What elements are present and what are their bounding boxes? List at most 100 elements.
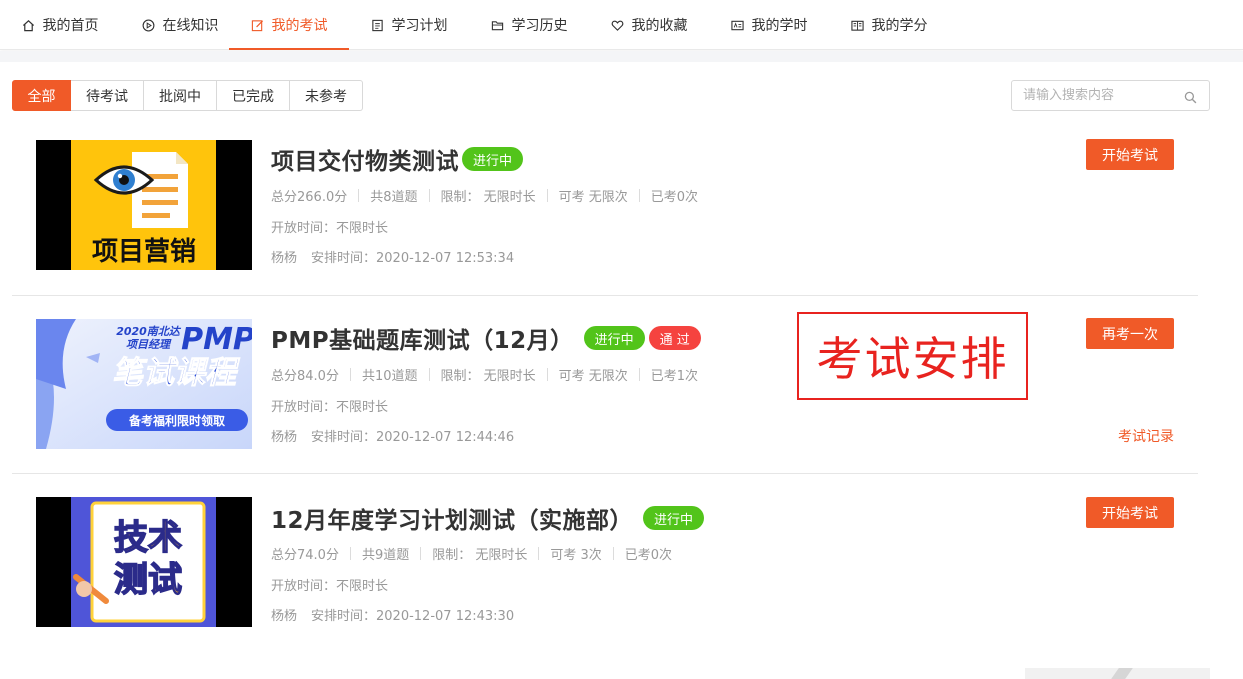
divider bbox=[349, 547, 351, 560]
thumbnail-line2: 测试 bbox=[114, 560, 182, 600]
exam-meta: 总分74.0分 共9道题 限制： 无限时长 可考 3次 已考0次 bbox=[271, 544, 672, 563]
divider bbox=[349, 368, 351, 381]
filter-tab-not-attended[interactable]: 未参考 bbox=[290, 80, 363, 111]
nav-item-study-plan[interactable]: 学习计划 bbox=[349, 0, 469, 50]
time-limit: 限制： 无限时长 bbox=[432, 548, 528, 563]
total-score: 总分74.0分 bbox=[271, 548, 339, 563]
attempts-taken: 已考0次 bbox=[624, 548, 673, 563]
status-badge-in-progress: 进行中 bbox=[583, 326, 645, 350]
id-card-icon bbox=[730, 19, 744, 32]
search-input[interactable] bbox=[1012, 81, 1172, 110]
nav-item-favorites[interactable]: 我的收藏 bbox=[589, 0, 709, 50]
question-count: 共9道题 bbox=[361, 548, 410, 563]
start-exam-button[interactable]: 开始考试 bbox=[1086, 497, 1174, 528]
heart-icon bbox=[611, 19, 624, 32]
nav-item-home[interactable]: 我的首页 bbox=[0, 0, 120, 50]
nav-item-label: 我的收藏 bbox=[631, 18, 688, 34]
nav-item-online-knowledge[interactable]: 在线知识 bbox=[120, 0, 240, 50]
edit-icon bbox=[251, 19, 264, 32]
result-badge-passed: 通 过 bbox=[648, 326, 701, 350]
nav-item-my-exams[interactable]: 我的考试 bbox=[229, 0, 349, 50]
exam-title[interactable]: 项目交付物类测试 bbox=[271, 142, 459, 176]
status-filter-tabs: 全部 待考试 批阅中 已完成 未参考 bbox=[12, 80, 363, 111]
attempts-allowed: 可考 无限次 bbox=[558, 369, 628, 384]
divider bbox=[546, 368, 548, 381]
thumbnail-footer: 备考福利限时领取 bbox=[128, 413, 225, 428]
nav-item-study-history[interactable]: 学习历史 bbox=[469, 0, 589, 50]
attempts-taken: 已考0次 bbox=[650, 190, 699, 205]
exam-thumbnail[interactable]: 项目营销 bbox=[36, 140, 252, 270]
retake-exam-button[interactable]: 再考一次 bbox=[1086, 318, 1174, 349]
open-time: 开放时间：不限时长 bbox=[271, 221, 389, 236]
exam-thumbnail[interactable]: 2020南北达 项目经理 PMP 笔试课程 备考福利限时领取 bbox=[36, 319, 252, 449]
thumbnail-line1: 2020南北达 bbox=[116, 325, 182, 338]
exam-title-line: 12月年度学习计划测试（实施部） 进行中 bbox=[271, 501, 705, 535]
nav-item-label: 学习计划 bbox=[391, 18, 448, 34]
open-time: 开放时间：不限时长 bbox=[271, 400, 389, 415]
time-limit: 限制： 无限时长 bbox=[440, 369, 536, 384]
attempts-allowed: 可考 3次 bbox=[550, 548, 602, 563]
exam-row: 技术 测试 12月年度学习计划测试（实施部） 进行中 总分74.0分 共9道题 … bbox=[12, 474, 1198, 652]
nav-item-label: 我的考试 bbox=[271, 18, 328, 34]
filter-tab-completed[interactable]: 已完成 bbox=[217, 80, 290, 111]
schedule-time: 安排时间：2020-12-07 12:44:46 bbox=[311, 430, 515, 445]
total-score: 总分266.0分 bbox=[271, 190, 348, 205]
thumbnail-line2: 项目经理 bbox=[126, 338, 172, 351]
thumbnail-caption: 项目营销 bbox=[92, 237, 196, 267]
exam-arrangement-annotation: 考试安排 bbox=[797, 312, 1028, 400]
nav-item-label: 在线知识 bbox=[162, 18, 219, 34]
exam-title[interactable]: 12月年度学习计划测试（实施部） bbox=[271, 501, 633, 535]
exam-title-line: 项目交付物类测试 进行中 bbox=[271, 142, 524, 176]
time-limit: 限制： 无限时长 bbox=[440, 190, 536, 205]
nav-item-label: 我的学分 bbox=[871, 18, 928, 34]
filter-tab-pending[interactable]: 待考试 bbox=[71, 80, 144, 111]
schedule-info: 杨杨 安排时间：2020-12-07 12:43:30 bbox=[271, 605, 514, 624]
start-exam-button[interactable]: 开始考试 bbox=[1086, 139, 1174, 170]
divider bbox=[358, 189, 360, 202]
folder-open-icon bbox=[491, 19, 504, 32]
exam-record-link[interactable]: 考试记录 bbox=[1118, 426, 1174, 446]
teacher-name: 杨杨 bbox=[271, 430, 298, 445]
search-box bbox=[1011, 80, 1210, 111]
nav-item-label: 我的学时 bbox=[751, 18, 808, 34]
divider bbox=[420, 547, 422, 560]
total-score: 总分84.0分 bbox=[271, 369, 339, 384]
filter-tab-all[interactable]: 全部 bbox=[12, 80, 71, 111]
divider bbox=[428, 368, 430, 381]
exam-title[interactable]: PMP基础题库测试（12月） bbox=[271, 321, 574, 355]
search-icon[interactable] bbox=[1184, 89, 1197, 104]
document-list-icon bbox=[371, 19, 384, 32]
filter-tab-grading[interactable]: 批阅中 bbox=[144, 80, 217, 111]
divider bbox=[546, 189, 548, 202]
divider bbox=[612, 547, 614, 560]
home-icon bbox=[22, 19, 35, 32]
divider bbox=[428, 189, 430, 202]
divider bbox=[538, 547, 540, 560]
open-time: 开放时间：不限时长 bbox=[271, 579, 389, 594]
schedule-info: 杨杨 安排时间：2020-12-07 12:53:34 bbox=[271, 247, 514, 266]
exam-meta: 总分266.0分 共8道题 限制： 无限时长 可考 无限次 已考0次 bbox=[271, 186, 698, 205]
schedule-time: 安排时间：2020-12-07 12:43:30 bbox=[311, 609, 515, 624]
nav-item-study-hours[interactable]: 我的学时 bbox=[709, 0, 829, 50]
question-count: 共10道题 bbox=[361, 369, 418, 384]
divider bbox=[638, 368, 640, 381]
footer-decoration bbox=[1025, 668, 1210, 679]
exam-meta: 总分84.0分 共10道题 限制： 无限时长 可考 无限次 已考1次 bbox=[271, 365, 698, 384]
nav-item-credits[interactable]: 我的学分 bbox=[829, 0, 949, 50]
schedule-info: 杨杨 安排时间：2020-12-07 12:44:46 bbox=[271, 426, 514, 445]
attempts-taken: 已考1次 bbox=[650, 369, 699, 384]
exam-title-line: PMP基础题库测试（12月） 进行中 通 过 bbox=[271, 321, 701, 355]
thumbnail-headline: 笔试课程 bbox=[112, 355, 240, 391]
thumbnail-brand: PMP bbox=[181, 322, 252, 357]
divider bbox=[638, 189, 640, 202]
nav-item-label: 学习历史 bbox=[511, 18, 568, 34]
status-badge-in-progress: 进行中 bbox=[643, 506, 705, 530]
teacher-name: 杨杨 bbox=[271, 609, 298, 624]
exam-thumbnail[interactable]: 技术 测试 bbox=[36, 497, 252, 627]
header-divider bbox=[0, 51, 1243, 62]
book-open-icon bbox=[850, 19, 864, 32]
teacher-name: 杨杨 bbox=[271, 251, 298, 266]
nav-item-label: 我的首页 bbox=[42, 18, 99, 34]
thumbnail-line1: 技术 bbox=[114, 518, 182, 558]
attempts-allowed: 可考 无限次 bbox=[558, 190, 628, 205]
